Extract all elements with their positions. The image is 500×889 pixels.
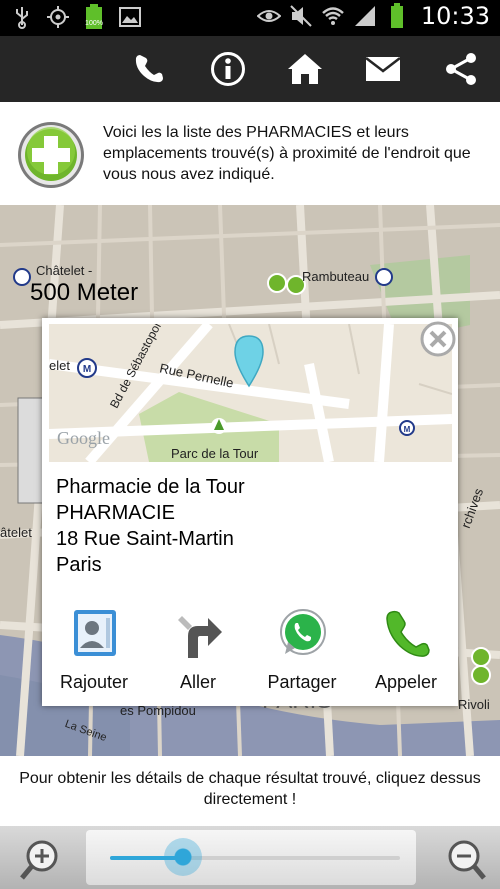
pharmacy-name: Pharmacie de la Tour [56,476,245,498]
zoom-bar [0,826,500,889]
pharmacy-popup[interactable]: M M elet Rue Pernelle Bd de Sébastopol P… [42,318,458,706]
google-logo: Google [57,428,110,448]
usb-icon [10,4,34,30]
home-icon[interactable] [284,48,326,90]
whatsapp-icon [278,606,328,660]
directions-button[interactable]: Aller [146,598,250,698]
phone-icon[interactable] [128,48,170,90]
battery-icon [385,3,409,29]
pharmacy-city: Paris [56,554,102,576]
contact-card-icon [70,606,120,660]
clock: 10:33 [420,2,490,30]
svg-text:M: M [83,364,91,375]
image-icon [118,4,142,30]
zoom-in-icon [20,840,58,880]
mute-icon [289,3,313,29]
popup-actions: Rajouter Aller Partager Appeler [42,598,458,698]
pharmacy-address: 18 Rue Saint-Martin [56,528,234,550]
info-icon[interactable] [207,48,249,90]
thumb-label-chatelet: elet [49,358,70,373]
battery-full-icon: 100% [82,4,106,30]
mail-icon[interactable] [362,48,404,90]
info-message: Voici les la liste des PHARMACIES et leu… [103,124,471,183]
zoom-slider[interactable] [86,830,416,885]
status-bar: 100% 10:33 [0,0,500,36]
call-button[interactable]: Appeler [354,598,458,698]
pharmacy-details: Pharmacie de la Tour PHARMACIE 18 Rue Sa… [56,474,245,578]
directions-arrow-icon [174,606,224,660]
phone-call-icon [382,606,432,660]
map-label-rivoli: Rivoli [458,697,490,712]
zoom-in-button[interactable] [4,830,82,885]
zoom-out-button[interactable] [418,830,496,885]
signal-icon [353,3,377,29]
footer-hint: Pour obtenir les détails de chaque résul… [19,770,481,808]
add-contact-button[interactable]: Rajouter [42,598,146,698]
map-scale: 500 Meter [30,279,139,306]
location-map-thumbnail[interactable]: M M elet Rue Pernelle Bd de Sébastopol P… [49,324,452,462]
map-label-chatelet: Châtelet - [36,263,93,278]
map-label-chatelet-left: âtelet [0,525,32,540]
pharmacy-cross-icon [17,121,85,189]
zoom-out-icon [448,840,486,880]
svg-text:M: M [404,425,411,434]
map-label-rambuteau: Rambuteau [302,269,370,284]
share-label: Partager [267,672,337,692]
wifi-icon [321,3,345,29]
pharmacy-category: PHARMACIE [56,502,175,524]
share-button[interactable]: Partager [250,598,354,698]
gps-icon [46,4,70,30]
thumb-label-parc: Parc de la Tour [171,446,259,461]
battery-percent: 100% [85,20,103,27]
info-header: Voici les la liste des PHARMACIES et leu… [0,102,500,205]
share-icon[interactable] [440,48,482,90]
directions-label: Aller [179,672,216,692]
eye-icon [256,3,281,29]
zoom-slider-handle[interactable] [163,838,202,876]
footer-hint-area: Pour obtenir les détails de chaque résul… [0,756,500,826]
close-icon[interactable] [419,320,457,358]
call-label: Appeler [374,672,438,692]
action-toolbar [0,36,500,102]
add-contact-label: Rajouter [59,672,129,692]
